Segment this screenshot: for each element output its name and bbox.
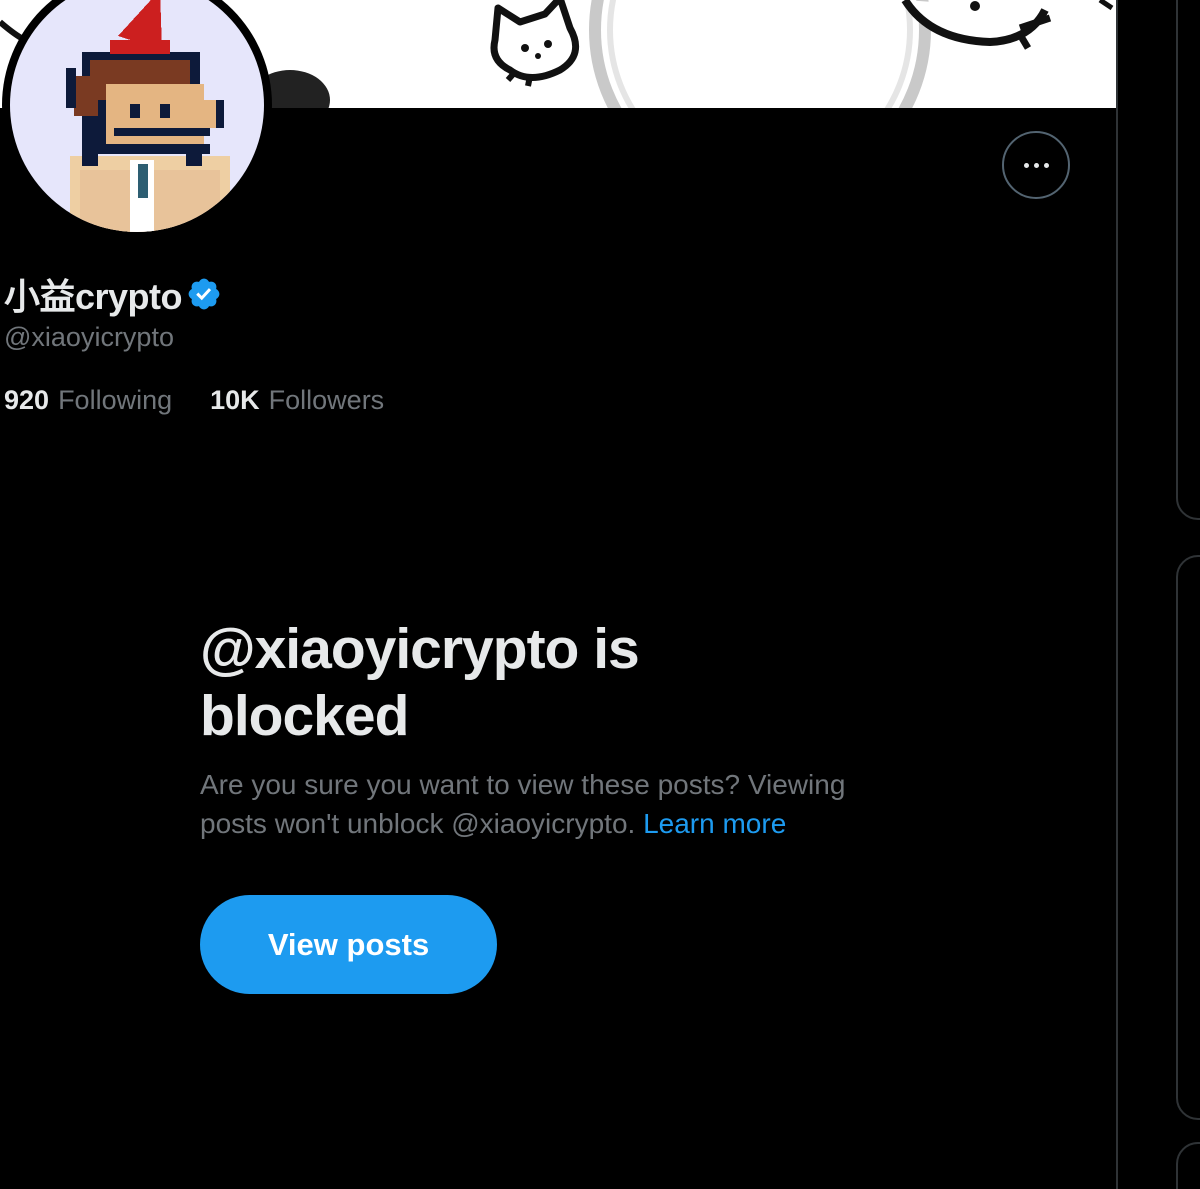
followers-link[interactable]: 10K Followers <box>210 385 384 416</box>
blocked-title-line: @xiaoyicrypto is <box>200 617 640 681</box>
display-name: 小益crypto <box>4 276 183 317</box>
verified-badge-icon <box>188 278 220 310</box>
followers-count: 10K <box>210 385 260 415</box>
follow-stats: 920 Following 10K Followers <box>4 385 384 416</box>
sidebar-panel <box>1176 0 1200 520</box>
sidebar-panel <box>1176 1142 1200 1189</box>
avatar-image <box>10 0 264 232</box>
followers-label: Followers <box>268 385 385 415</box>
following-link[interactable]: 920 Following <box>4 385 172 416</box>
user-handle: @xiaoyicrypto <box>4 322 174 352</box>
blocked-title: @xiaoyicrypto is blocked <box>200 616 800 750</box>
following-count: 920 <box>4 385 50 415</box>
blocked-description: Are you sure you want to view these post… <box>200 765 900 843</box>
more-options-icon <box>1023 162 1049 168</box>
view-posts-button[interactable]: View posts <box>200 895 497 994</box>
display-name-row: 小益crypto <box>4 272 222 317</box>
avatar[interactable] <box>2 0 272 240</box>
column-divider <box>1116 0 1118 1189</box>
learn-more-link[interactable]: Learn more <box>643 808 786 839</box>
following-label: Following <box>58 385 173 415</box>
profile-page: 小益crypto @xiaoyicrypto 920 Following 10K… <box>0 0 1200 1189</box>
more-options-button[interactable] <box>1002 131 1070 199</box>
blocked-title-line: blocked <box>200 684 409 748</box>
sidebar-panel <box>1176 555 1200 1120</box>
